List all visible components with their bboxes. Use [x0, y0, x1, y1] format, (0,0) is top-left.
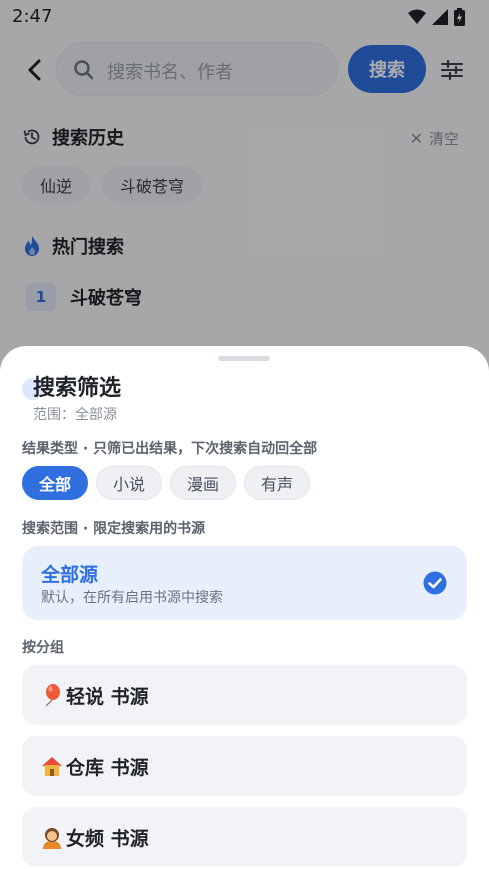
- sheet-title: 搜索筛选: [33, 376, 122, 401]
- group-name: 仓库 书源: [66, 756, 149, 779]
- type-chip-novel[interactable]: 小说: [96, 466, 163, 500]
- scope-description: 默认，在所有启用书源中搜索: [41, 590, 223, 606]
- group-name: 女频 书源: [66, 827, 149, 850]
- scope-title: 全部源: [41, 564, 99, 586]
- group-option[interactable]: 仓库 书源: [22, 736, 467, 796]
- person-icon: [43, 828, 61, 849]
- group-option[interactable]: 轻说 书源: [22, 665, 467, 725]
- type-chip-all[interactable]: 全部: [22, 466, 89, 500]
- type-chip-comic[interactable]: 漫画: [170, 466, 237, 500]
- sheet-header: 搜索筛选: [22, 370, 121, 402]
- check-circle-icon: [423, 571, 447, 595]
- filter-bottom-sheet: 搜索筛选 范围：全部源 结果类型 · 只筛已出结果，下次搜索自动回全部 全部 小…: [0, 346, 489, 869]
- result-type-chips: 全部 小说 漫画 有声: [22, 466, 311, 500]
- sheet-subtitle: 范围：全部源: [33, 407, 117, 423]
- drag-handle[interactable]: [218, 356, 270, 361]
- group-name: 轻说 书源: [66, 685, 149, 708]
- scope-label: 搜索范围 · 限定搜索用的书源: [22, 521, 206, 537]
- group-option[interactable]: 女频 书源: [22, 807, 467, 867]
- balloon-icon: [45, 684, 60, 707]
- scope-option-all-sources[interactable]: 全部源 默认，在所有启用书源中搜索: [22, 546, 467, 620]
- type-chip-audio[interactable]: 有声: [244, 466, 311, 500]
- result-type-label: 结果类型 · 只筛已出结果，下次搜索自动回全部: [22, 441, 318, 457]
- house-icon: [42, 757, 62, 776]
- group-label: 按分组: [22, 640, 64, 656]
